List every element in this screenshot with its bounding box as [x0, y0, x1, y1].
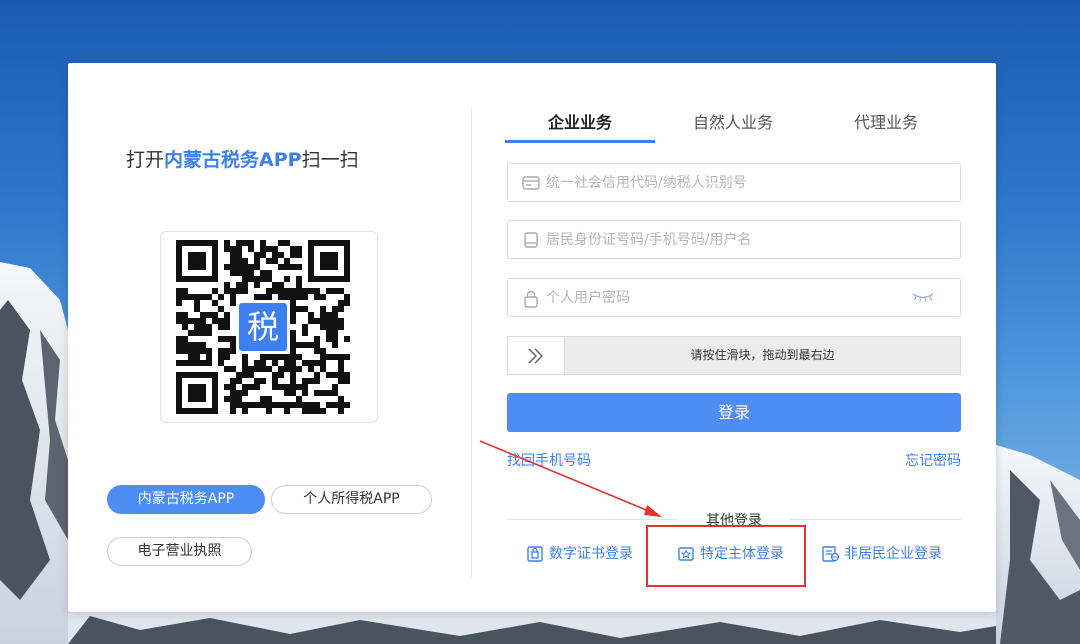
certificate-icon: [527, 546, 543, 562]
double-chevron-right-icon: [528, 348, 544, 364]
qr-logo-tax-char: 税: [247, 308, 279, 346]
qr-title: 打开内蒙古税务APP扫一扫: [126, 145, 359, 172]
app-button-personal-income-tax[interactable]: 个人所得税APP: [271, 485, 432, 514]
app-button-nmg-tax[interactable]: 内蒙古税务APP: [107, 485, 265, 514]
nonresident-login-label: 非居民企业登录: [844, 546, 942, 562]
nonresident-login-link[interactable]: 非居民企业登录: [822, 546, 942, 562]
card-icon: [522, 176, 540, 190]
tab-agent[interactable]: 代理业务: [811, 109, 961, 145]
account-field: [507, 220, 961, 259]
retrieve-phone-link[interactable]: 找回手机号码: [507, 450, 591, 470]
credit-code-field: [507, 163, 961, 202]
phone-icon: [524, 232, 538, 248]
login-button[interactable]: 登录: [507, 393, 961, 432]
certificate-login-link[interactable]: 数字证书登录: [527, 546, 633, 562]
active-tab-indicator: [505, 140, 655, 143]
qr-title-suffix: 扫一扫: [301, 149, 359, 171]
nonresident-icon: [822, 546, 840, 562]
credit-code-input[interactable]: [546, 164, 916, 201]
slider-captcha[interactable]: 请按住滑块，拖动到最右边: [507, 336, 961, 375]
slider-hint: 请按住滑块，拖动到最右边: [690, 348, 835, 362]
vertical-divider: [471, 107, 472, 577]
forgot-password-link[interactable]: 忘记密码: [905, 450, 961, 470]
qr-title-app-name: 内蒙古税务APP: [164, 149, 302, 171]
lock-icon: [524, 290, 538, 308]
password-field: [507, 278, 961, 317]
slider-handle[interactable]: [508, 337, 565, 374]
app-button-e-business-license[interactable]: 电子营业执照: [107, 537, 252, 566]
account-input[interactable]: [546, 221, 916, 258]
qr-code: 税: [160, 231, 378, 423]
login-card: 打开内蒙古税务APP扫一扫 税 内蒙古税务APP 个人所得税APP 电子营业执照…: [68, 63, 996, 612]
password-input[interactable]: [546, 279, 916, 316]
annotation-highlight-box: [646, 525, 806, 587]
qr-code-image: 税: [176, 240, 350, 414]
eye-closed-icon[interactable]: [912, 292, 934, 302]
tab-natural-person[interactable]: 自然人业务: [658, 109, 808, 145]
qr-title-prefix: 打开: [126, 149, 165, 171]
